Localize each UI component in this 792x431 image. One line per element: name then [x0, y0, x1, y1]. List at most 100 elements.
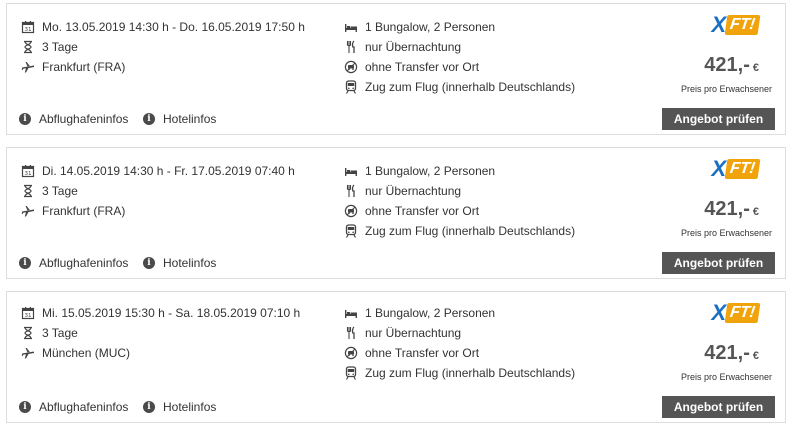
offer-card: 31 Di. 14.05.2019 14:30 h - Fr. 17.05.20… [6, 147, 786, 279]
xft-logo: X FT! [711, 12, 761, 37]
svg-text:31: 31 [25, 27, 32, 33]
check-offer-button[interactable]: Angebot prüfen [662, 396, 775, 418]
hourglass-icon [21, 326, 35, 340]
svg-text:31: 31 [25, 171, 32, 177]
price: 421,- € [704, 198, 759, 221]
logo-letter: X [711, 156, 726, 181]
room-info: 1 Bungalow, 2 Personen [365, 306, 496, 320]
hourglass-icon [21, 40, 35, 54]
cutlery-icon [344, 184, 358, 198]
calendar-icon: 31 [21, 164, 35, 178]
room-row: 1 Bungalow, 2 Personen [344, 17, 495, 37]
info-icon: i [19, 113, 31, 125]
airport-info-label: Abflughafeninfos [39, 256, 129, 270]
board-type: nur Übernachtung [365, 40, 462, 54]
airport-info-label: Abflughafeninfos [39, 112, 129, 126]
cutlery-icon [344, 40, 358, 54]
airport-info-link[interactable]: i Abflughafeninfos [19, 256, 128, 270]
logo-letter: X [711, 300, 726, 325]
date-row: 31 Mo. 13.05.2019 14:30 h - Do. 16.05.20… [21, 17, 305, 37]
info-icon: i [143, 401, 155, 413]
train-row: Zug zum Flug (innerhalb Deutschlands) [344, 77, 575, 97]
train-info: Zug zum Flug (innerhalb Deutschlands) [365, 366, 576, 380]
hotel-info-link[interactable]: i Hotelinfos [143, 400, 216, 414]
airport-info-label: Abflughafeninfos [39, 400, 129, 414]
transfer-row: ohne Transfer vor Ort [344, 343, 479, 363]
logo-letter: X [711, 12, 726, 37]
airport-row: Frankfurt (FRA) [21, 201, 125, 221]
room-row: 1 Bungalow, 2 Personen [344, 303, 495, 323]
price-value: 421,- [704, 342, 750, 364]
hotel-info-link[interactable]: i Hotelinfos [143, 112, 216, 126]
board-row: nur Übernachtung [344, 323, 461, 343]
calendar-icon: 31 [21, 306, 35, 320]
svg-text:31: 31 [25, 313, 32, 319]
room-info: 1 Bungalow, 2 Personen [365, 164, 496, 178]
logo-box: FT! [724, 15, 761, 35]
offer-card: 31 Mo. 13.05.2019 14:30 h - Do. 16.05.20… [6, 3, 786, 135]
offer-card: 31 Mi. 15.05.2019 15:30 h - Sa. 18.05.20… [6, 291, 786, 423]
check-offer-button[interactable]: Angebot prüfen [662, 108, 775, 130]
bed-icon [344, 306, 358, 320]
transfer-info: ohne Transfer vor Ort [365, 60, 480, 74]
train-info: Zug zum Flug (innerhalb Deutschlands) [365, 80, 576, 94]
price-note: Preis pro Erwachsener [680, 372, 772, 382]
cutlery-icon [344, 326, 358, 340]
room-info: 1 Bungalow, 2 Personen [365, 20, 496, 34]
board-row: nur Übernachtung [344, 181, 461, 201]
transfer-info: ohne Transfer vor Ort [365, 346, 480, 360]
xft-logo: X FT! [711, 300, 761, 325]
xft-logo: X FT! [711, 156, 761, 181]
currency: € [752, 206, 759, 218]
airport-row: Frankfurt (FRA) [21, 57, 125, 77]
logo-box: FT! [724, 159, 761, 179]
travel-dates: Mi. 15.05.2019 15:30 h - Sa. 18.05.2019 … [42, 306, 301, 320]
train-row: Zug zum Flug (innerhalb Deutschlands) [344, 363, 575, 383]
room-row: 1 Bungalow, 2 Personen [344, 161, 495, 181]
price-value: 421,- [704, 54, 750, 76]
bed-icon [344, 20, 358, 34]
logo-box: FT! [724, 303, 761, 323]
train-icon [344, 80, 358, 94]
hotel-info-label: Hotelinfos [163, 256, 217, 270]
info-icon: i [143, 257, 155, 269]
price-note: Preis pro Erwachsener [680, 84, 772, 94]
price-value: 421,- [704, 198, 750, 220]
airplane-icon [21, 60, 35, 74]
airport-row: München (MUC) [21, 343, 130, 363]
info-icon: i [19, 401, 31, 413]
departure-airport: München (MUC) [42, 346, 131, 360]
date-row: 31 Mi. 15.05.2019 15:30 h - Sa. 18.05.20… [21, 303, 300, 323]
departure-airport: Frankfurt (FRA) [42, 204, 126, 218]
board-type: nur Übernachtung [365, 184, 462, 198]
hotel-info-label: Hotelinfos [163, 400, 217, 414]
travel-dates: Di. 14.05.2019 14:30 h - Fr. 17.05.2019 … [42, 164, 295, 178]
departure-airport: Frankfurt (FRA) [42, 60, 126, 74]
duration: 3 Tage [42, 184, 78, 198]
train-icon [344, 366, 358, 380]
duration-row: 3 Tage [21, 37, 78, 57]
travel-dates: Mo. 13.05.2019 14:30 h - Do. 16.05.2019 … [42, 20, 305, 34]
no-transfer-icon [344, 346, 358, 360]
transfer-info: ohne Transfer vor Ort [365, 204, 480, 218]
check-offer-button[interactable]: Angebot prüfen [662, 252, 775, 274]
price: 421,- € [704, 342, 759, 365]
airport-info-link[interactable]: i Abflughafeninfos [19, 400, 128, 414]
train-icon [344, 224, 358, 238]
duration-row: 3 Tage [21, 181, 78, 201]
airport-info-link[interactable]: i Abflughafeninfos [19, 112, 128, 126]
currency: € [752, 62, 759, 74]
bed-icon [344, 164, 358, 178]
duration-row: 3 Tage [21, 323, 78, 343]
transfer-row: ohne Transfer vor Ort [344, 201, 479, 221]
train-row: Zug zum Flug (innerhalb Deutschlands) [344, 221, 575, 241]
hotel-info-link[interactable]: i Hotelinfos [143, 256, 216, 270]
date-row: 31 Di. 14.05.2019 14:30 h - Fr. 17.05.20… [21, 161, 295, 181]
currency: € [752, 350, 759, 362]
airplane-icon [21, 346, 35, 360]
hourglass-icon [21, 184, 35, 198]
board-row: nur Übernachtung [344, 37, 461, 57]
board-type: nur Übernachtung [365, 326, 462, 340]
airplane-icon [21, 204, 35, 218]
duration: 3 Tage [42, 40, 78, 54]
